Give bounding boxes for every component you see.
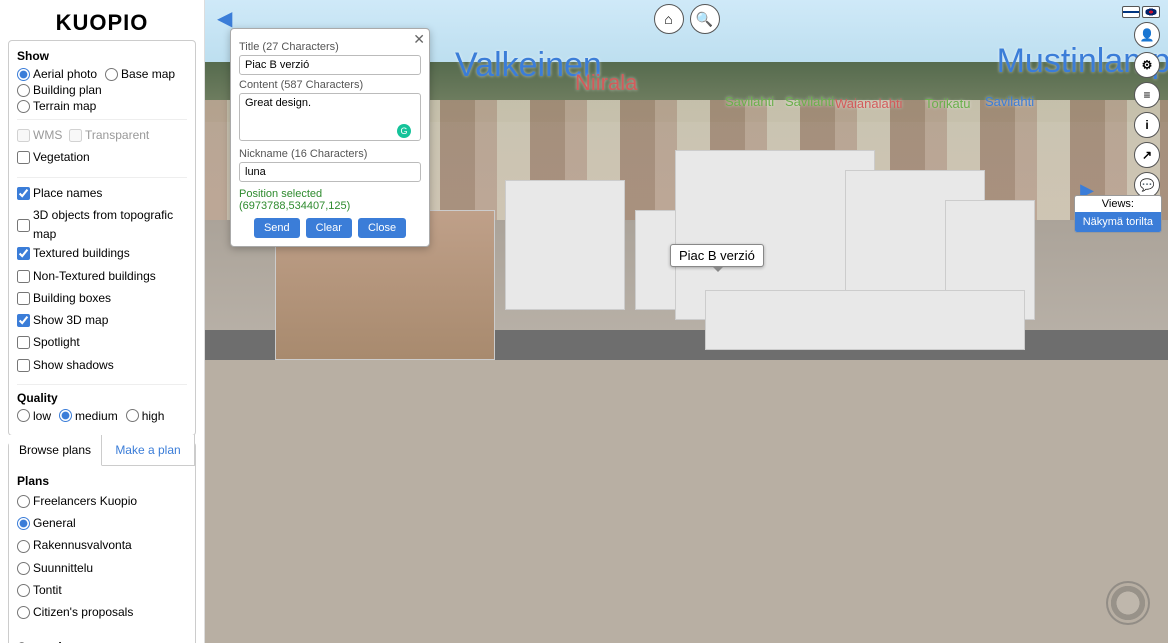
lang-en-button[interactable] — [1142, 6, 1160, 18]
grammarly-icon[interactable]: G — [397, 124, 411, 138]
position-status: Position selected (6973788,534407,125) — [239, 188, 421, 212]
plan-citizens[interactable]: Citizen's proposals — [17, 603, 187, 625]
layer-textured[interactable]: Textured buildings — [17, 244, 187, 266]
settings-button[interactable]: ⚙ — [1134, 52, 1160, 78]
quality-heading: Quality — [17, 391, 187, 405]
plan-suunnittelu[interactable]: Suunnittelu — [17, 559, 187, 581]
layers-button[interactable]: ≡ — [1134, 82, 1160, 108]
plan-general[interactable]: General — [17, 514, 187, 536]
dialog-close-icon[interactable]: ✕ — [413, 31, 425, 48]
lang-fi-button[interactable] — [1122, 6, 1140, 18]
basemap-radios: Aerial photo Base map Building plan Terr… — [17, 67, 187, 113]
sidebar: KUOPIO Show Aerial photo Base map Buildi… — [0, 0, 205, 643]
search-button[interactable]: 🔍 — [690, 4, 720, 34]
home-zoom-button[interactable]: ⌂ — [654, 4, 684, 34]
send-button[interactable]: Send — [254, 218, 300, 238]
basemap-aerial[interactable]: Aerial photo — [17, 67, 97, 81]
plan-rakennus[interactable]: Rakennusvalvonta — [17, 536, 187, 558]
views-heading: Views: — [1075, 196, 1161, 212]
basemap-terrain[interactable]: Terrain map — [17, 99, 96, 113]
content-textarea[interactable]: Great design. — [239, 93, 421, 141]
show-panel: Show Aerial photo Base map Building plan… — [8, 40, 196, 436]
building-box — [705, 290, 1025, 350]
user-button[interactable]: 👤 — [1134, 22, 1160, 48]
title-label: Title (27 Characters) — [239, 41, 421, 53]
nickname-label: Nickname (16 Characters) — [239, 148, 421, 160]
info-button[interactable]: i — [1134, 112, 1160, 138]
map-marker-tooltip: Piac B verzió — [670, 244, 764, 267]
building-box — [505, 180, 625, 310]
compass-icon[interactable] — [1106, 581, 1150, 625]
right-toolbar: 👤 ⚙ ≡ i ↗ 💬 — [1122, 6, 1160, 198]
nickname-input[interactable] — [239, 162, 421, 182]
vegetation-checkbox[interactable]: Vegetation — [17, 148, 187, 170]
map-viewport[interactable]: Valkeinen Mustinlampi Niirala Savilahti … — [205, 0, 1168, 643]
top-map-tools: ⌂ 🔍 — [654, 4, 720, 34]
wms-checkbox[interactable]: WMS Transparent — [17, 126, 187, 148]
title-input[interactable] — [239, 55, 421, 75]
basemap-base[interactable]: Base map — [105, 67, 175, 81]
back-arrow-icon[interactable]: ◀ — [217, 6, 232, 31]
plan-tontit[interactable]: Tontit — [17, 581, 187, 603]
views-panel: Views: Näkymä torilta — [1074, 195, 1162, 233]
quality-medium[interactable]: medium — [59, 409, 118, 423]
clear-button[interactable]: Clear — [306, 218, 352, 238]
tab-browse-plans[interactable]: Browse plans — [9, 435, 102, 466]
layer-spotlight[interactable]: Spotlight — [17, 333, 187, 355]
plaza-layer — [205, 360, 1168, 643]
comment-dialog: ✕ Title (27 Characters) Content (587 Cha… — [230, 28, 430, 247]
quality-high[interactable]: high — [126, 409, 165, 423]
general-heading: General — [17, 640, 187, 643]
layer-3d-topo[interactable]: 3D objects from topografic map — [17, 206, 187, 244]
quality-low[interactable]: low — [17, 409, 51, 423]
view-item[interactable]: Näkymä torilta — [1075, 212, 1161, 232]
layer-3dmap[interactable]: Show 3D map — [17, 311, 187, 333]
share-button[interactable]: ↗ — [1134, 142, 1160, 168]
layer-shadows[interactable]: Show shadows — [17, 356, 187, 378]
transparent-checkbox[interactable]: Transparent — [69, 126, 149, 145]
close-button[interactable]: Close — [358, 218, 406, 238]
plans-tabs: Browse plans Make a plan — [9, 435, 195, 466]
layer-boxes[interactable]: Building boxes — [17, 289, 187, 311]
plans-heading: Plans — [17, 474, 187, 488]
basemap-building[interactable]: Building plan — [17, 83, 102, 97]
plan-freelancers[interactable]: Freelancers Kuopio — [17, 492, 187, 514]
dialog-buttons: Send Clear Close — [239, 218, 421, 238]
app-logo: KUOPIO — [8, 4, 196, 40]
plans-panel: Browse plans Make a plan Plans Freelance… — [8, 442, 196, 643]
layer-place-names[interactable]: Place names — [17, 184, 187, 206]
tab-make-plan[interactable]: Make a plan — [102, 435, 195, 465]
layer-nontextured[interactable]: Non-Textured buildings — [17, 267, 187, 289]
show-heading: Show — [17, 49, 187, 63]
quality-radios: low medium high — [17, 409, 187, 423]
content-label: Content (587 Characters) — [239, 79, 421, 91]
